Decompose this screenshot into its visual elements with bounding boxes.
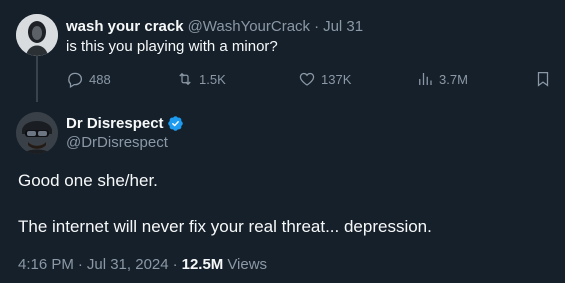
tweet-views-label: Views [227, 256, 268, 273]
main-author-avatar[interactable] [16, 112, 58, 154]
reply-button[interactable]: 488 [66, 66, 111, 92]
parent-tweet-actions: 488 1.5K 137K 3.7M [66, 66, 556, 92]
bookmark-button[interactable] [534, 66, 552, 92]
reply-icon [68, 72, 83, 88]
main-author-handle[interactable]: @DrDisrespect [66, 134, 168, 151]
views-icon [419, 73, 432, 85]
thread-connector-line [36, 56, 38, 102]
views-count: 3.7M [439, 71, 468, 87]
tweet-views-count[interactable]: 12.5M [182, 256, 224, 273]
parent-tweet-text: is this you playing with a minor? [66, 38, 278, 55]
like-button[interactable]: 137K [298, 66, 351, 92]
parent-tweet-header: wash your crack @WashYourCrack · Jul 31 [66, 16, 363, 36]
repost-count: 1.5K [199, 71, 226, 87]
bookmark-icon [537, 71, 549, 87]
repost-icon [179, 72, 191, 86]
parent-author-avatar[interactable] [16, 14, 58, 56]
like-icon [299, 72, 315, 86]
tweet-body-line: Good one she/her. [18, 171, 158, 190]
separator-dot: · [172, 256, 178, 273]
parent-author-name[interactable]: wash your crack [66, 18, 184, 35]
parent-tweet-date[interactable]: Jul 31 [323, 18, 363, 35]
verified-badge-icon[interactable] [167, 115, 184, 132]
avatar-image [16, 112, 58, 154]
separator-dot: · [314, 17, 320, 35]
main-tweet-header: Dr Disrespect [66, 113, 184, 133]
repost-button[interactable]: 1.5K [176, 66, 226, 92]
tweet-body-line: The internet will never fix your real th… [18, 217, 432, 236]
reply-count: 488 [89, 71, 111, 87]
main-author-name[interactable]: Dr Disrespect [66, 115, 164, 132]
tweet-metadata: 4:16 PM · Jul 31, 2024 · 12.5M Views [18, 256, 267, 273]
views-button[interactable]: 3.7M [416, 66, 468, 92]
parent-author-handle[interactable]: @WashYourCrack [188, 18, 311, 35]
avatar-image [16, 14, 58, 56]
tweet-thread: wash your crack @WashYourCrack · Jul 31 … [0, 0, 565, 283]
like-count: 137K [321, 71, 352, 87]
tweet-time[interactable]: 4:16 PM [18, 256, 74, 273]
tweet-date[interactable]: Jul 31, 2024 [87, 256, 169, 273]
separator-dot: · [77, 256, 83, 273]
